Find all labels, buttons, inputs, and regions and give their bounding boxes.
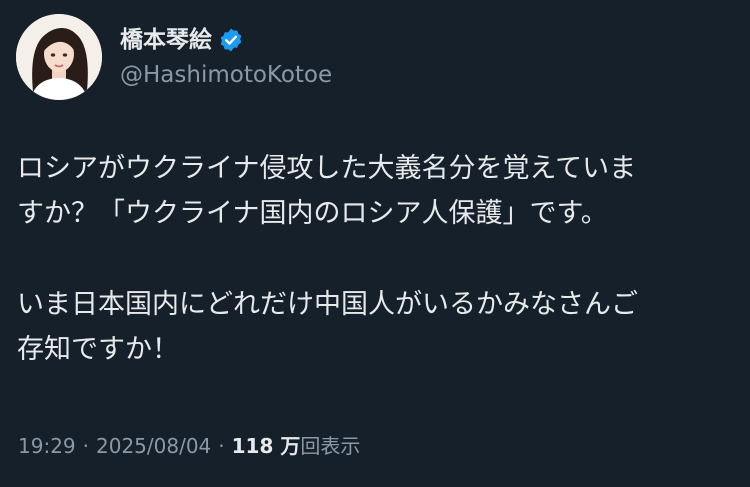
post-date[interactable]: 2025/08/04 [96,431,211,461]
tweet-card: 橋本琴絵 @HashimotoKotoe ロシアがウクライナ侵攻した大義名分を覚… [0,0,750,487]
meta-separator: · [82,434,89,458]
tweet-text: ロシアがウクライナ侵攻した大義名分を覚えていま すか？「ウクライナ国内のロシア人… [17,146,733,372]
tweet-header: 橋本琴絵 @HashimotoKotoe [16,14,332,100]
author-names: 橋本琴絵 @HashimotoKotoe [120,23,332,91]
avatar[interactable] [16,14,102,100]
tweet-paragraph-1: ロシアがウクライナ侵攻した大義名分を覚えていま すか？「ウクライナ国内のロシア人… [17,153,637,229]
tweet-paragraph-2: いま日本国内にどれだけ中国人がいるかみなさんご 存知ですか！ [17,289,638,365]
meta-separator: · [218,434,225,458]
verified-badge-icon [218,27,244,53]
display-name-row: 橋本琴絵 [120,23,332,57]
post-time[interactable]: 19:29 [18,431,76,461]
tweet-meta: 19:29 · 2025/08/04 · 118 万 回表示 [18,431,360,461]
views-count[interactable]: 118 万 [232,431,301,461]
author-handle[interactable]: @HashimotoKotoe [120,59,332,91]
views-label: 回表示 [300,434,361,458]
avatar-image [16,14,102,100]
display-name[interactable]: 橋本琴絵 [120,25,212,55]
